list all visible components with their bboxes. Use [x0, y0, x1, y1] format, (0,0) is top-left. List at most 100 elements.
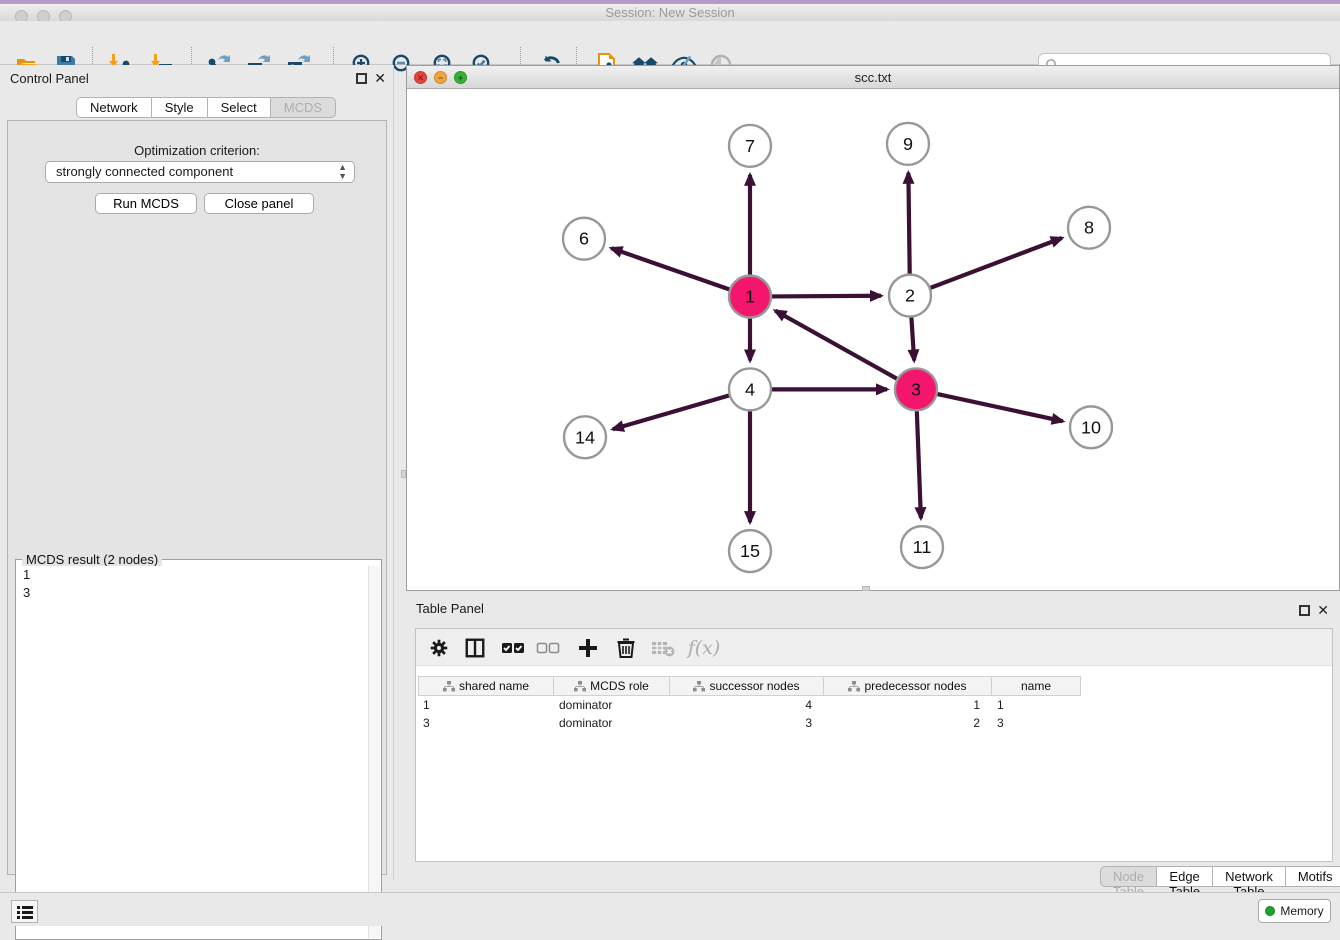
tab-style[interactable]: Style	[152, 97, 208, 118]
control-panel-tabs: Network Style Select MCDS	[76, 97, 336, 118]
network-window-titlebar: ✕ − + scc.txt	[407, 66, 1339, 89]
table-panel: Table Panel ✕	[406, 597, 1340, 888]
tab-node-table[interactable]: Node Table	[1100, 866, 1157, 887]
tab-mcds[interactable]: MCDS	[271, 97, 336, 118]
table-cell[interactable]: 3	[992, 714, 1081, 732]
select-all-icon[interactable]	[500, 635, 526, 661]
graph-node-label: 11	[913, 537, 932, 557]
trash-icon[interactable]	[613, 635, 639, 661]
table-body: 1dominator4113dominator323	[418, 696, 1330, 732]
graph-edge-4-14[interactable]	[613, 396, 729, 430]
graph-node-label: 7	[745, 136, 755, 156]
graph-node-label: 14	[575, 427, 595, 447]
graph-edge-3-1[interactable]	[775, 311, 897, 379]
mcds-result-group: MCDS result (2 nodes) 1 3	[15, 559, 382, 940]
mcds-result-list[interactable]: 1 3	[17, 566, 368, 938]
column-header-successor-nodes[interactable]: successor nodes	[670, 676, 824, 696]
graph-edge-1-6[interactable]	[611, 248, 729, 289]
fx-function-icon: f(x)	[684, 635, 724, 661]
graph-node-label: 8	[1084, 218, 1094, 238]
graph-node-label: 1	[745, 287, 755, 307]
deselect-all-icon[interactable]	[535, 635, 561, 661]
result-item[interactable]: 3	[17, 584, 368, 602]
tab-network[interactable]: Network	[76, 97, 152, 118]
graph-node-label: 2	[905, 286, 915, 306]
column-header-predecessor-nodes[interactable]: predecessor nodes	[824, 676, 992, 696]
app-titlebar: Session: New Session	[0, 4, 1340, 21]
add-icon[interactable]	[575, 635, 601, 661]
list-icon	[17, 905, 33, 919]
tab-edge-table[interactable]: Edge Table	[1157, 866, 1213, 887]
graph-edge-2-8[interactable]	[931, 238, 1062, 288]
close-panel-icon[interactable]: ✕	[374, 70, 386, 87]
attribute-tree-icon	[693, 681, 705, 692]
float-panel-icon[interactable]	[356, 73, 367, 84]
result-item[interactable]: 1	[17, 566, 368, 584]
attribute-tree-icon	[848, 681, 860, 692]
table-toolbar: f(x)	[416, 629, 1332, 666]
result-scrollbar[interactable]	[368, 566, 380, 938]
table-tabs: Node Table Edge Table Network Table Moti…	[1100, 866, 1340, 887]
memory-status-icon	[1265, 906, 1275, 916]
graph-edge-1-2[interactable]	[772, 296, 881, 297]
network-canvas[interactable]: 7968124314101511	[407, 89, 1339, 590]
criterion-dropdown[interactable]: strongly connected component ▲▼	[45, 161, 355, 183]
table-cell[interactable]: 2	[824, 714, 992, 732]
optimization-criterion-label: Optimization criterion:	[8, 143, 386, 158]
table-panel-title: Table Panel	[416, 601, 484, 616]
delete-table-icon	[650, 635, 676, 661]
control-panel-header: Control Panel ✕	[0, 65, 393, 91]
table-cell[interactable]: 4	[670, 696, 824, 714]
tab-select[interactable]: Select	[208, 97, 271, 118]
app-title: Session: New Session	[0, 5, 1340, 20]
table-cell[interactable]: 1	[418, 696, 554, 714]
gear-icon[interactable]	[426, 635, 452, 661]
table-cell[interactable]: 1	[824, 696, 992, 714]
network-title: scc.txt	[407, 70, 1339, 85]
close-panel-button[interactable]: Close panel	[204, 193, 314, 214]
graph-node-label: 10	[1081, 417, 1101, 437]
graph-edge-3-10[interactable]	[937, 394, 1062, 421]
table-row[interactable]: 3dominator323	[418, 714, 1330, 732]
tab-motifs[interactable]: Motifs	[1286, 866, 1340, 887]
table-cell[interactable]: dominator	[554, 714, 670, 732]
mcds-panel: Optimization criterion: strongly connect…	[7, 120, 387, 875]
node-table-container: f(x) shared name MCDS role successor nod…	[415, 628, 1333, 862]
column-header-name[interactable]: name	[992, 676, 1081, 696]
graph-node-label: 3	[911, 379, 921, 399]
graph-node-label: 6	[579, 229, 589, 249]
memory-label: Memory	[1280, 904, 1323, 918]
mcds-result-legend: MCDS result (2 nodes)	[22, 552, 162, 567]
splitter-handle[interactable]	[401, 470, 406, 478]
column-header-shared-name[interactable]: shared name	[418, 676, 554, 696]
table-cell[interactable]: 1	[992, 696, 1081, 714]
control-panel: Control Panel ✕ Network Style Select MCD…	[0, 65, 394, 880]
table-header-row: shared name MCDS role successor nodes pr…	[418, 676, 1330, 696]
attribute-tree-icon	[443, 681, 455, 692]
float-panel-icon[interactable]	[1299, 605, 1310, 616]
columns-icon[interactable]	[462, 635, 488, 661]
graph-node-label: 4	[745, 379, 755, 399]
status-bar: Memory	[0, 892, 1340, 926]
task-history-button[interactable]	[11, 900, 38, 923]
close-panel-icon[interactable]: ✕	[1317, 602, 1329, 619]
table-cell[interactable]: dominator	[554, 696, 670, 714]
run-mcds-button[interactable]: Run MCDS	[95, 193, 197, 214]
column-header-mcds-role[interactable]: MCDS role	[554, 676, 670, 696]
graph-edge-2-3[interactable]	[911, 317, 914, 360]
graph-edge-3-11[interactable]	[917, 411, 921, 518]
criterion-value: strongly connected component	[56, 164, 233, 179]
table-row[interactable]: 1dominator411	[418, 696, 1330, 714]
memory-button[interactable]: Memory	[1258, 899, 1331, 923]
tab-network-table[interactable]: Network Table	[1213, 866, 1286, 887]
main-toolbar	[0, 21, 1340, 65]
network-graph[interactable]: 7968124314101511	[407, 89, 1339, 590]
network-view-window: ✕ − + scc.txt 7968124314101511	[406, 65, 1340, 591]
graph-edge-2-9[interactable]	[908, 173, 909, 274]
splitter-handle[interactable]	[862, 586, 870, 591]
graph-node-label: 15	[740, 541, 760, 561]
table-cell[interactable]: 3	[670, 714, 824, 732]
table-cell[interactable]: 3	[418, 714, 554, 732]
chevron-updown-icon: ▲▼	[338, 163, 347, 181]
table-panel-header: Table Panel ✕	[406, 597, 1340, 623]
